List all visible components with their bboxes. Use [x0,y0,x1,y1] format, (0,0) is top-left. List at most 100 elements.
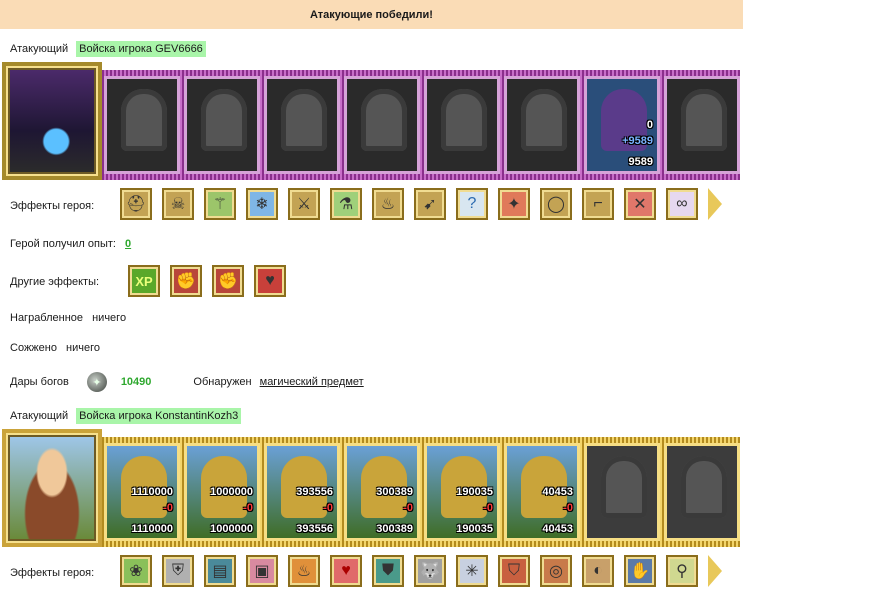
archer-icon[interactable] [424,76,500,174]
golem-icon[interactable] [104,76,180,174]
hero-xp-label: Герой получил опыт: [10,238,116,250]
unit-count-start: 190035 [456,486,493,498]
unit-count-end: 1000000 [210,523,253,535]
loot-row: Награбленное ничего [10,312,126,324]
unit-count-loss: -0 [563,502,573,514]
attacker-player-name: Войска игрока GEV6666 [76,41,206,57]
web-effect-icon[interactable]: ✳ [456,555,488,587]
effects-next-arrow-icon[interactable] [708,555,722,587]
unit-count-start: 1000000 [210,486,253,498]
found-item-link[interactable]: магический предмет [260,376,364,388]
loot-value: ничего [92,312,127,324]
shield-effect-icon[interactable]: ⛊ [372,555,404,587]
hero-portrait-2[interactable] [2,429,102,547]
hero-effects-label-2: Эффекты героя: [10,567,95,579]
hero-effects-bar-1: ⛑ ☠ ⚚ ❄ ⚔ ⚗ ♨ ➹ ? ✦ ◯ ⌐ ✕ ∞ [120,188,722,220]
attack-boost-2-icon[interactable]: ✊ [212,265,244,297]
hero-xp-row: Герой получил опыт: 0 [10,238,131,250]
heart-shield-icon[interactable]: ♥ [254,265,286,297]
unit-count-end: 9589 [628,156,653,168]
hero-xp-value[interactable]: 0 [125,238,131,250]
hero-portrait-1[interactable] [2,62,102,180]
unit-count-start: 0 [646,119,653,131]
wolf-effect-icon[interactable]: 🐺 [414,555,446,587]
boots-effect-icon[interactable]: ⌐ [582,188,614,220]
potion-effect-icon[interactable]: ⚗ [330,188,362,220]
crossbow-effect-icon[interactable]: ➹ [414,188,446,220]
unit-count-start: 393556 [296,486,333,498]
armored-golem-unit-icon[interactable] [584,443,660,541]
griffin-icon[interactable] [344,76,420,174]
crossed-weapons-effect-icon[interactable]: ✕ [624,188,656,220]
found-label: Обнаружен [193,376,252,388]
dark-mage-hero-icon [10,70,94,172]
cleric-unit-icon[interactable]: 40453 -0 40453 [504,443,580,541]
gifts-label: Дары богов [10,376,69,388]
unit-count-gain: +9589 [622,135,653,147]
loot-label: Награбленное [10,312,84,324]
unit-count-loss: -0 [163,502,173,514]
burned-label: Сожжено [10,342,57,354]
spellbook-effect-icon[interactable]: ▤ [204,555,236,587]
effects-next-arrow-icon[interactable] [708,188,722,220]
lich-icon[interactable]: 0 +9589 9589 [584,76,660,174]
armor-effect-icon[interactable]: ⛨ [162,555,194,587]
heart-effect-icon[interactable]: ♥ [330,555,362,587]
belt-effect-icon[interactable]: ◎ [540,555,572,587]
hero-effects-bar-2: ❀ ⛨ ▤ ▣ ♨ ♥ ⛊ 🐺 ✳ ⛉ ◎ ◐ ✋ ⚲ [120,555,722,587]
attacker-role-label: Атакующий [10,43,69,55]
paladin-unit-icon[interactable]: 300389 -0 300389 [344,443,420,541]
army-panel-2: 1110000 -0 1110000 1000000 -0 1000000 39… [0,429,740,549]
fire-chest-effect-icon[interactable]: ♨ [288,555,320,587]
cuirass-effect-icon[interactable]: ⛉ [498,555,530,587]
archer-unit-icon[interactable]: 190035 -0 190035 [424,443,500,541]
frost-orb-effect-icon[interactable]: ❄ [246,188,278,220]
amulet-effect-icon[interactable]: ✦ [498,188,530,220]
unit-count-loss: -0 [323,502,333,514]
unit-count-end: 1110000 [131,523,173,535]
swords-effect-icon[interactable]: ⚔ [288,188,320,220]
lantern-effect-icon[interactable]: ♨ [372,188,404,220]
unknown-effect-icon[interactable]: ? [456,188,488,220]
unit-count-loss: -0 [403,502,413,514]
nature-orb-effect-icon[interactable]: ❀ [120,555,152,587]
unit-count-start: 1110000 [131,486,173,498]
ring-effect-icon[interactable]: ◯ [540,188,572,220]
bracer-effect-icon[interactable]: ◐ [582,555,614,587]
unit-count-end: 190035 [456,523,493,535]
swordsman-icon[interactable] [184,76,260,174]
attacker-player-name: Войска игрока KonstantinKozh3 [76,408,242,424]
burned-row: Сожжено ничего [10,342,100,354]
peasant-unit-icon[interactable]: 1110000 -0 1110000 [104,443,180,541]
attacker-row-2: Атакующий Войска игрока KonstantinKozh3 [10,408,242,424]
unit-count-loss: -0 [483,502,493,514]
chest-effect-icon[interactable]: ▣ [246,555,278,587]
helm-effect-icon[interactable]: ⛑ [120,188,152,220]
unit-count-end: 40453 [542,523,573,535]
gifts-value: 10490 [120,376,152,388]
chain-effect-icon[interactable]: ∞ [666,188,698,220]
cavalier-unit-icon[interactable]: 393556 -0 393556 [264,443,340,541]
wand-effect-icon[interactable]: ⚲ [666,555,698,587]
staff-effect-icon[interactable]: ⚚ [204,188,236,220]
divine-gift-orb-icon: ✦ [86,372,107,392]
attack-boost-icon[interactable]: ✊ [170,265,202,297]
skull-shield-effect-icon[interactable]: ☠ [162,188,194,220]
other-effects-bar: XP ✊ ✊ ♥ [128,265,286,297]
unit-strip-2: 1110000 -0 1110000 1000000 -0 1000000 39… [102,437,740,547]
unit-count-loss: -0 [243,502,253,514]
dark-champion-icon[interactable] [664,76,740,174]
attacker-role-label: Атакующий [10,410,69,422]
hooded-mage-unit-icon[interactable] [664,443,740,541]
unit-count-end: 393556 [296,523,333,535]
unit-count-start: 40453 [542,486,573,498]
huntress-hero-icon [10,437,94,539]
gauntlet-effect-icon[interactable]: ✋ [624,555,656,587]
xp-bonus-icon[interactable]: XP [128,265,160,297]
dark-priest-icon[interactable] [504,76,580,174]
knight-icon[interactable] [264,76,340,174]
hero-effects-label-1: Эффекты героя: [10,200,95,212]
burned-value: ничего [66,342,100,354]
gold-knight-unit-icon[interactable]: 1000000 -0 1000000 [184,443,260,541]
attacker-row-1: Атакующий Войска игрока GEV6666 [10,41,206,57]
